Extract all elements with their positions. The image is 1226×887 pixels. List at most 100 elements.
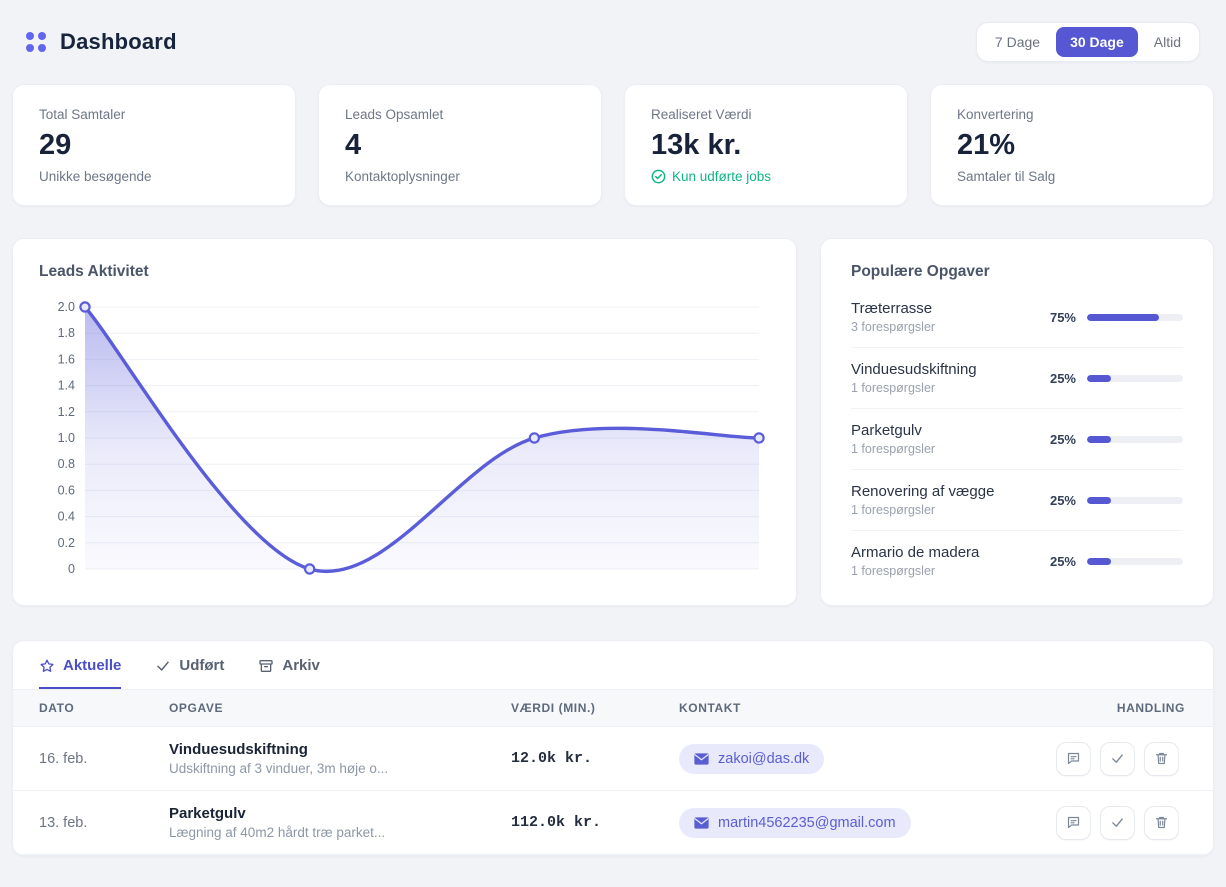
archive-icon <box>258 658 274 674</box>
check-icon <box>155 658 171 674</box>
popular-tasks-card: Populære Opgaver Træterrasse 3 forespørg… <box>820 238 1214 606</box>
task-requests: 1 forespørgsler <box>851 503 994 517</box>
tasks-tab-bar: Aktuelle Udført Arkiv <box>13 641 1213 690</box>
time-filter-altid[interactable]: Altid <box>1140 27 1195 57</box>
stat-value: 29 <box>39 130 269 162</box>
row-value: 112.0k kr. <box>511 791 679 855</box>
task-percent: 75% <box>1050 310 1076 325</box>
contact-email: martin4562235@gmail.com <box>718 815 896 831</box>
task-requests: 3 forespørgsler <box>851 320 935 334</box>
tab-arkiv[interactable]: Arkiv <box>258 657 320 689</box>
tab-label: Udført <box>179 657 224 674</box>
comment-button[interactable] <box>1056 742 1091 776</box>
row-date: 13. feb. <box>13 791 169 855</box>
complete-button[interactable] <box>1100 742 1135 776</box>
table-row: 16. feb. Vinduesudskiftning Udskiftning … <box>13 727 1213 791</box>
progress-bar <box>1087 558 1183 565</box>
row-actions <box>1045 806 1205 840</box>
envelope-icon <box>694 817 709 829</box>
stat-label: Leads Opsamlet <box>345 107 575 122</box>
column-header-vaerdi: VÆRDI (MIN.) <box>511 690 679 727</box>
task-requests: 1 forespørgsler <box>851 381 977 395</box>
chart-title: Leads Aktivitet <box>39 263 770 281</box>
delete-button[interactable] <box>1144 806 1179 840</box>
contact-email-pill[interactable]: zakoi@das.dk <box>679 744 824 774</box>
row-task-name: Parketgulv <box>169 805 503 822</box>
tab-label: Aktuelle <box>63 657 121 674</box>
comment-icon <box>1066 815 1081 830</box>
task-name: Træterrasse <box>851 300 935 317</box>
contact-email-pill[interactable]: martin4562235@gmail.com <box>679 808 911 838</box>
row-value: 12.0k kr. <box>511 727 679 791</box>
list-item: Renovering af vægge 1 forespørgsler 25% <box>851 470 1183 531</box>
complete-button[interactable] <box>1100 806 1135 840</box>
leads-activity-card: Leads Aktivitet 2.01.81.61.41.21.00.80.6… <box>12 238 797 606</box>
svg-text:0.8: 0.8 <box>58 457 75 471</box>
time-filter-30-dage[interactable]: 30 Dage <box>1056 27 1138 57</box>
table-header-row: DATO OPGAVE VÆRDI (MIN.) KONTAKT HANDLIN… <box>13 690 1213 727</box>
svg-text:1.0: 1.0 <box>58 431 75 445</box>
svg-text:2.0: 2.0 <box>58 300 75 314</box>
topbar: Dashboard 7 Dage 30 Dage Altid <box>12 12 1214 84</box>
row-task-name: Vinduesudskiftning <box>169 741 503 758</box>
task-percent: 25% <box>1050 493 1076 508</box>
stat-label: Total Samtaler <box>39 107 269 122</box>
time-filter-7-dage[interactable]: 7 Dage <box>981 27 1054 57</box>
svg-text:0.6: 0.6 <box>58 483 75 497</box>
leads-activity-chart: 2.01.81.61.41.21.00.80.60.40.20 <box>39 291 772 591</box>
task-percent: 25% <box>1050 554 1076 569</box>
stat-value: 21% <box>957 130 1187 162</box>
stat-value: 4 <box>345 130 575 162</box>
stat-label: Konvertering <box>957 107 1187 122</box>
task-name: Parketgulv <box>851 422 935 439</box>
dashboard-page: Dashboard 7 Dage 30 Dage Altid Total Sam… <box>0 0 1226 868</box>
app-logo-icon <box>26 32 46 52</box>
brand: Dashboard <box>26 29 177 55</box>
column-header-dato: DATO <box>13 690 169 727</box>
list-item: Parketgulv 1 forespørgsler 25% <box>851 409 1183 470</box>
time-range-switcher: 7 Dage 30 Dage Altid <box>976 22 1200 62</box>
stat-sub-label: Kun udførte jobs <box>672 169 771 184</box>
task-name: Vinduesudskiftning <box>851 361 977 378</box>
task-requests: 1 forespørgsler <box>851 442 935 456</box>
tasks-card: Aktuelle Udført Arkiv DATO OPGAVE VÆRDI … <box>12 640 1214 856</box>
stat-sub: Kontaktoplysninger <box>345 169 575 184</box>
stats-row: Total Samtaler 29 Unikke besøgende Leads… <box>12 84 1214 238</box>
stat-sub: Kun udførte jobs <box>651 169 881 184</box>
stat-card-leads-opsamlet: Leads Opsamlet 4 Kontaktoplysninger <box>318 84 602 206</box>
task-percent: 25% <box>1050 371 1076 386</box>
stat-card-konvertering: Konvertering 21% Samtaler til Salg <box>930 84 1214 206</box>
column-header-kontakt: KONTAKT <box>679 690 1045 727</box>
tab-aktuelle[interactable]: Aktuelle <box>39 657 121 689</box>
trash-icon <box>1154 751 1169 766</box>
row-date: 16. feb. <box>13 727 169 791</box>
delete-button[interactable] <box>1144 742 1179 776</box>
stat-card-realiseret-vaerdi: Realiseret Værdi 13k kr. Kun udførte job… <box>624 84 908 206</box>
comment-icon <box>1066 751 1081 766</box>
page-title: Dashboard <box>60 29 177 55</box>
popular-tasks-title: Populære Opgaver <box>851 263 1183 281</box>
column-header-handling: HANDLING <box>1045 690 1213 727</box>
svg-text:1.2: 1.2 <box>58 405 75 419</box>
svg-text:0.2: 0.2 <box>58 536 75 550</box>
progress-bar <box>1087 436 1183 443</box>
check-icon <box>1110 815 1125 830</box>
list-item: Armario de madera 1 forespørgsler 25% <box>851 531 1183 591</box>
row-actions <box>1045 742 1205 776</box>
check-circle-icon <box>651 169 666 184</box>
stat-sub: Unikke besøgende <box>39 169 269 184</box>
envelope-icon <box>694 753 709 765</box>
tab-udfort[interactable]: Udført <box>155 657 224 689</box>
svg-text:1.4: 1.4 <box>58 379 75 393</box>
stat-label: Realiseret Værdi <box>651 107 881 122</box>
stat-sub: Samtaler til Salg <box>957 169 1187 184</box>
contact-email: zakoi@das.dk <box>718 751 809 767</box>
task-name: Armario de madera <box>851 544 979 561</box>
progress-bar <box>1087 375 1183 382</box>
progress-bar <box>1087 497 1183 504</box>
trash-icon <box>1154 815 1169 830</box>
svg-text:0.4: 0.4 <box>58 510 75 524</box>
comment-button[interactable] <box>1056 806 1091 840</box>
stat-value: 13k kr. <box>651 130 881 162</box>
task-percent: 25% <box>1050 432 1076 447</box>
